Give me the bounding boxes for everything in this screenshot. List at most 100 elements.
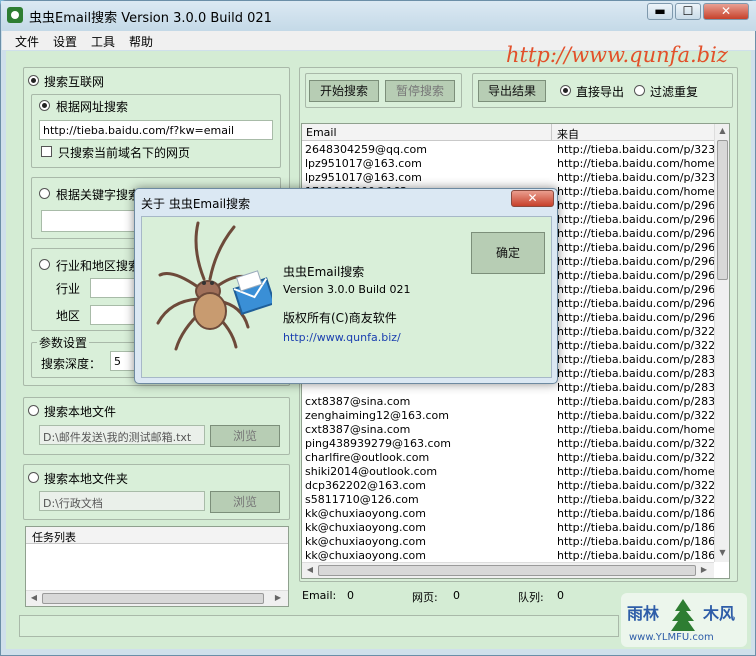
result-row[interactable]: cxt8387@sina.com http://tieba.baidu.com/p…: [304, 395, 714, 409]
result-source: http://tieba.baidu.com/home/...: [557, 465, 714, 478]
scroll-up-icon[interactable]: ▲: [715, 124, 729, 138]
about-close-button[interactable]: ✕: [511, 190, 554, 207]
result-source: http://tieba.baidu.com/p/296...: [557, 297, 714, 310]
menu-settings[interactable]: 设置: [53, 33, 77, 50]
filter-duplicates-radio[interactable]: [634, 85, 645, 96]
result-source: http://tieba.baidu.com/home/...: [557, 185, 714, 198]
result-email: zenghaiming12@163.com: [305, 409, 449, 422]
status-bar: [19, 615, 619, 637]
result-row[interactable]: ping438939279@163.com http://tieba.baidu.…: [304, 437, 714, 451]
url-input[interactable]: http://tieba.baidu.com/f?kw=email: [39, 120, 273, 140]
result-source: http://tieba.baidu.com/p/296...: [557, 213, 714, 226]
svg-text:木风: 木风: [702, 604, 735, 623]
result-row[interactable]: cxt8387@sina.com http://tieba.baidu.com/h…: [304, 423, 714, 437]
result-source: http://tieba.baidu.com/p/323...: [557, 171, 714, 184]
pause-search-button[interactable]: 暂停搜索: [385, 80, 455, 102]
local-file-radio[interactable]: [28, 405, 39, 416]
filter-duplicates-label: 过滤重复: [650, 85, 699, 99]
result-source: http://tieba.baidu.com/p/322...: [557, 479, 714, 492]
keyword-search-label: 根据关键字搜索: [56, 188, 141, 202]
result-source: http://tieba.baidu.com/p/322...: [557, 493, 714, 506]
column-divider[interactable]: [551, 124, 552, 141]
result-row[interactable]: kk@chuxiaoyong.com http://tieba.baidu.com…: [304, 549, 714, 563]
local-file-path[interactable]: D:\邮件发送\我的测试邮箱.txt: [39, 425, 205, 445]
task-list[interactable]: 任务列表 ◀ ▶: [25, 526, 289, 607]
menu-help[interactable]: 帮助: [129, 33, 153, 50]
result-source: http://tieba.baidu.com/home/...: [557, 157, 714, 170]
result-row[interactable]: zenghaiming12@163.com http://tieba.baidu.…: [304, 409, 714, 423]
local-file-browse-button[interactable]: 浏览: [210, 425, 280, 447]
start-search-button[interactable]: 开始搜索: [309, 80, 379, 102]
source-column-header[interactable]: 来自: [557, 126, 579, 142]
spider-logo-icon: [152, 219, 276, 359]
same-domain-checkbox[interactable]: [41, 146, 52, 157]
result-row[interactable]: lpz951017@163.com http://tieba.baidu.com/…: [304, 157, 714, 171]
about-ok-button[interactable]: 确定: [471, 232, 545, 274]
industry-search-label: 行业和地区搜索: [56, 259, 141, 273]
about-copyright: 版权所有(C)商友软件: [283, 311, 397, 325]
title-bar: 虫虫Email搜索 Version 3.0.0 Build 021 ▬ ☐ ✕: [1, 1, 756, 31]
result-source: http://tieba.baidu.com/p/186...: [557, 507, 714, 520]
about-dialog-body: 虫虫Email搜索 Version 3.0.0 Build 021 版权所有(C…: [141, 216, 552, 378]
result-source: http://tieba.baidu.com/p/186...: [557, 535, 714, 548]
result-row[interactable]: dcp362202@163.com http://tieba.baidu.com/…: [304, 479, 714, 493]
watermark-logo: 雨林 木风 www.YLMFU.com: [619, 591, 749, 649]
minimize-button[interactable]: ▬: [647, 3, 673, 20]
result-source: http://tieba.baidu.com/p/322...: [557, 437, 714, 450]
result-source: http://tieba.baidu.com/p/322...: [557, 339, 714, 352]
email-count-label: Email:: [302, 589, 337, 602]
banner-url[interactable]: http://www.qunfa.biz: [506, 43, 728, 67]
result-source: http://tieba.baidu.com/p/296...: [557, 269, 714, 282]
close-button[interactable]: ✕: [703, 3, 749, 20]
task-scroll-thumb[interactable]: [42, 593, 264, 604]
internet-search-radio[interactable]: [28, 75, 39, 86]
result-source: http://tieba.baidu.com/p/186...: [557, 521, 714, 534]
direct-export-radio[interactable]: [560, 85, 571, 96]
industry-search-radio[interactable]: [39, 259, 50, 270]
result-source: http://tieba.baidu.com/p/283...: [557, 381, 714, 394]
results-hscroll-thumb[interactable]: [318, 565, 696, 576]
result-row[interactable]: s5811710@126.com http://tieba.baidu.com/p…: [304, 493, 714, 507]
local-folder-radio[interactable]: [28, 472, 39, 483]
about-dialog-title: 关于 虫虫Email搜索: [141, 197, 251, 211]
url-search-label: 根据网址搜索: [56, 100, 129, 114]
results-hscroll[interactable]: ◀ ▶: [302, 562, 714, 578]
about-app-name: 虫虫Email搜索: [283, 265, 365, 279]
results-vscroll-thumb[interactable]: [717, 140, 728, 280]
keyword-search-radio[interactable]: [39, 188, 50, 199]
result-row[interactable]: 2648304259@qq.com http://tieba.baidu.com/…: [304, 143, 714, 157]
result-source: http://tieba.baidu.com/p/283...: [557, 353, 714, 366]
local-folder-browse-button[interactable]: 浏览: [210, 491, 280, 513]
result-source: http://tieba.baidu.com/p/296...: [557, 255, 714, 268]
result-source: http://tieba.baidu.com/p/322...: [557, 451, 714, 464]
menu-tools[interactable]: 工具: [91, 33, 115, 50]
results-vscroll[interactable]: ▲ ▼: [714, 124, 729, 562]
result-email: ping438939279@163.com: [305, 437, 451, 450]
local-folder-path[interactable]: D:\行政文档: [39, 491, 205, 511]
url-search-radio[interactable]: [39, 100, 50, 111]
about-link[interactable]: http://www.qunfa.biz/: [283, 331, 401, 344]
scroll-left-icon[interactable]: ◀: [304, 563, 316, 577]
task-list-hscroll[interactable]: ◀ ▶: [26, 590, 288, 606]
maximize-button[interactable]: ☐: [675, 3, 701, 20]
result-source: http://tieba.baidu.com/p/283...: [557, 395, 714, 408]
export-results-button[interactable]: 导出结果: [478, 80, 546, 102]
result-row[interactable]: shiki2014@outlook.com http://tieba.baidu.…: [304, 465, 714, 479]
scroll-right-icon[interactable]: ▶: [698, 563, 710, 577]
scroll-left-icon[interactable]: ◀: [28, 591, 40, 605]
page-count-value: 0: [453, 589, 460, 602]
email-column-header[interactable]: Email: [306, 126, 337, 139]
result-email: cxt8387@sina.com: [305, 395, 411, 408]
menu-file[interactable]: 文件: [15, 33, 39, 50]
scroll-right-icon[interactable]: ▶: [272, 591, 284, 605]
scroll-down-icon[interactable]: ▼: [715, 546, 729, 560]
result-row[interactable]: charlfire@outlook.com http://tieba.baidu.…: [304, 451, 714, 465]
result-email: shiki2014@outlook.com: [305, 465, 438, 478]
result-row[interactable]: kk@chuxiaoyong.com http://tieba.baidu.com…: [304, 521, 714, 535]
result-email: dcp362202@163.com: [305, 479, 426, 492]
result-row[interactable]: kk@chuxiaoyong.com http://tieba.baidu.com…: [304, 535, 714, 549]
result-row[interactable]: kk@chuxiaoyong.com http://tieba.baidu.com…: [304, 507, 714, 521]
result-source: http://tieba.baidu.com/p/296...: [557, 311, 714, 324]
result-source: http://tieba.baidu.com/home/...: [557, 423, 714, 436]
result-row[interactable]: lpz951017@163.com http://tieba.baidu.com/…: [304, 171, 714, 185]
